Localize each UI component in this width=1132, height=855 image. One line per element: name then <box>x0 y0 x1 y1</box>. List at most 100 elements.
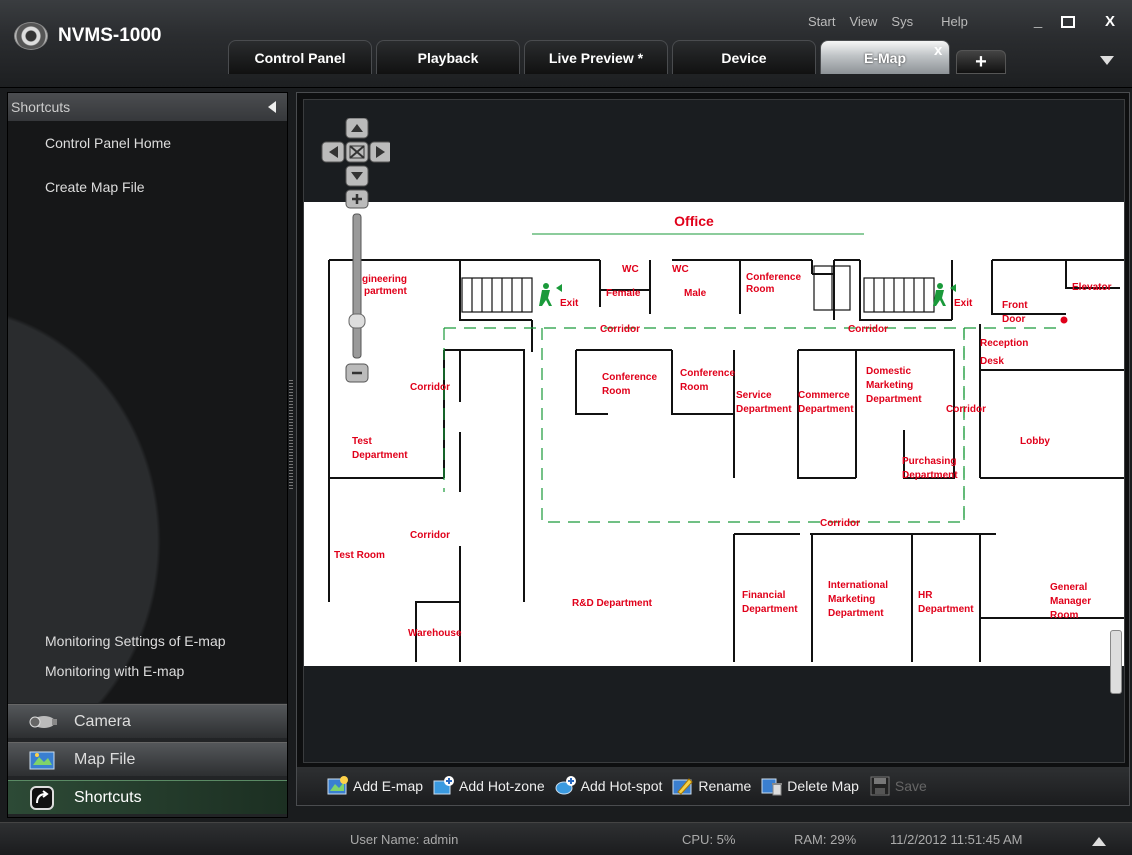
collapse-arrow-icon[interactable] <box>267 100 277 113</box>
room-label: Corridor <box>820 518 860 529</box>
save-button[interactable]: Save <box>869 776 927 796</box>
room-label: Corridor <box>946 404 986 415</box>
tab-playback[interactable]: Playback <box>376 40 520 74</box>
shortcut-monitoring-with-emap[interactable]: Monitoring with E-map <box>45 663 184 679</box>
minimize-button[interactable]: _ <box>1022 10 1054 34</box>
delete-map-icon <box>761 776 783 796</box>
pan-reset-button[interactable] <box>345 141 369 163</box>
floor-plan-drawing: Office gineering partment WC WC Female M… <box>328 213 1124 662</box>
save-label: Save <box>894 778 927 794</box>
room-label: Department <box>352 450 408 461</box>
accordion-shortcuts[interactable]: Shortcuts <box>8 780 287 814</box>
tab-live-preview[interactable]: Live Preview * <box>524 40 668 74</box>
tab-e-map[interactable]: E-Map <box>820 40 950 74</box>
status-expand-icon[interactable] <box>1092 834 1106 849</box>
add-emap-button[interactable]: Add E-map <box>327 776 423 796</box>
room-label: Lobby <box>1020 436 1050 447</box>
shortcut-create-map-file[interactable]: Create Map File <box>45 179 145 195</box>
add-emap-label: Add E-map <box>353 778 424 794</box>
office-floor-plan[interactable]: Office gineering partment WC WC Female M… <box>304 202 1124 666</box>
room-label: Department <box>918 604 974 615</box>
room-label: Test Room <box>334 550 385 561</box>
rename-button[interactable]: Rename <box>672 776 751 796</box>
app-title: NVMS-1000 <box>58 25 162 46</box>
app-logo-icon <box>14 22 48 50</box>
room-label: Marketing <box>828 594 875 605</box>
delete-map-button[interactable]: Delete Map <box>761 776 859 796</box>
shortcut-control-panel-home[interactable]: Control Panel Home <box>45 135 171 151</box>
room-label: Corridor <box>848 324 888 335</box>
room-label: Elevator <box>1072 282 1112 293</box>
room-label: Room <box>680 382 708 393</box>
pan-up-button[interactable] <box>345 118 369 139</box>
close-window-button[interactable]: X <box>1094 10 1126 34</box>
add-hotspot-label: Add Hot-spot <box>580 778 663 794</box>
room-label: International <box>828 580 888 591</box>
shortcut-monitoring-settings-emap[interactable]: Monitoring Settings of E-map <box>45 633 226 649</box>
tab-control-panel[interactable]: Control Panel <box>228 40 372 74</box>
room-label: Front <box>1002 300 1028 311</box>
tab-close-icon[interactable]: x <box>934 42 950 59</box>
accordion-camera[interactable]: Camera <box>8 704 287 738</box>
room-label: WC <box>672 264 689 275</box>
room-label: Department <box>902 470 958 481</box>
room-label: Conference <box>602 372 657 383</box>
room-label: R&D Department <box>572 598 653 609</box>
map-canvas[interactable]: Office gineering partment WC WC Female M… <box>303 99 1125 763</box>
title-bar: NVMS-1000 Start View Sys Help _ X Contro… <box>0 0 1132 88</box>
room-label: Domestic <box>866 366 911 377</box>
sidebar: Shortcuts Control Panel Home Create Map … <box>7 92 288 818</box>
delete-map-label: Delete Map <box>787 778 859 794</box>
room-label: Department <box>828 608 884 619</box>
add-hotspot-button[interactable]: Add Hot-spot <box>555 776 663 796</box>
room-label: WC <box>622 264 639 275</box>
room-label: Room <box>746 284 774 295</box>
emap-toolbar: Add E-map Add Hot-zone Add Hot-spot Rena… <box>297 767 1129 805</box>
room-label: Financial <box>742 590 786 601</box>
room-label: Male <box>684 288 707 299</box>
status-ram: RAM: 29% <box>794 832 857 847</box>
map-scroll-handle[interactable] <box>1110 630 1122 694</box>
room-label: Department <box>866 394 922 405</box>
sidebar-header: Shortcuts <box>8 93 287 121</box>
room-label: Department <box>736 404 792 415</box>
room-label: Test <box>352 436 372 447</box>
add-tab-button[interactable]: + <box>956 50 1006 74</box>
menu-sys[interactable]: Sys <box>891 14 913 29</box>
menu-help[interactable]: Help <box>941 14 968 29</box>
status-bar: User Name: admin CPU: 5% RAM: 29% 11/2/2… <box>0 822 1132 855</box>
system-menu: Start View Sys Help <box>808 14 968 29</box>
status-datetime: 11/2/2012 11:51:45 AM <box>890 832 1023 847</box>
room-label: Manager <box>1050 596 1091 607</box>
room-label: Commerce <box>798 390 850 401</box>
save-icon <box>869 776 891 796</box>
room-label: Exit <box>954 298 973 309</box>
add-hotzone-button[interactable]: Add Hot-zone <box>433 776 545 796</box>
menu-start[interactable]: Start <box>808 14 835 29</box>
room-label: Warehouse <box>408 628 462 639</box>
tab-dropdown-icon[interactable] <box>1100 56 1114 70</box>
zoom-out-button[interactable] <box>345 363 369 383</box>
accordion-map-file[interactable]: Map File <box>8 742 287 776</box>
tab-device[interactable]: Device <box>672 40 816 74</box>
room-label: Corridor <box>410 382 450 393</box>
maximize-button[interactable] <box>1052 10 1084 34</box>
status-user: User Name: admin <box>350 832 459 847</box>
zoom-slider[interactable] <box>348 213 366 359</box>
pan-right-button[interactable] <box>369 141 390 163</box>
pan-down-button[interactable] <box>345 165 369 187</box>
room-label: Exit <box>560 298 579 309</box>
shortcuts-panel: Control Panel Home Create Map File Monit… <box>8 121 287 703</box>
accordion-shortcuts-label: Shortcuts <box>74 788 142 806</box>
accordion-map-file-label: Map File <box>74 750 136 768</box>
rename-icon <box>672 776 694 796</box>
sidebar-splitter[interactable] <box>289 380 293 490</box>
app-logo: NVMS-1000 <box>14 22 162 50</box>
room-label: Conference <box>746 272 801 283</box>
room-label: Conference <box>680 368 735 379</box>
pan-left-button[interactable] <box>321 141 345 163</box>
add-hotzone-label: Add Hot-zone <box>459 778 545 794</box>
menu-view[interactable]: View <box>849 14 877 29</box>
zoom-in-button[interactable] <box>345 189 369 209</box>
sidebar-title: Shortcuts <box>11 99 71 115</box>
